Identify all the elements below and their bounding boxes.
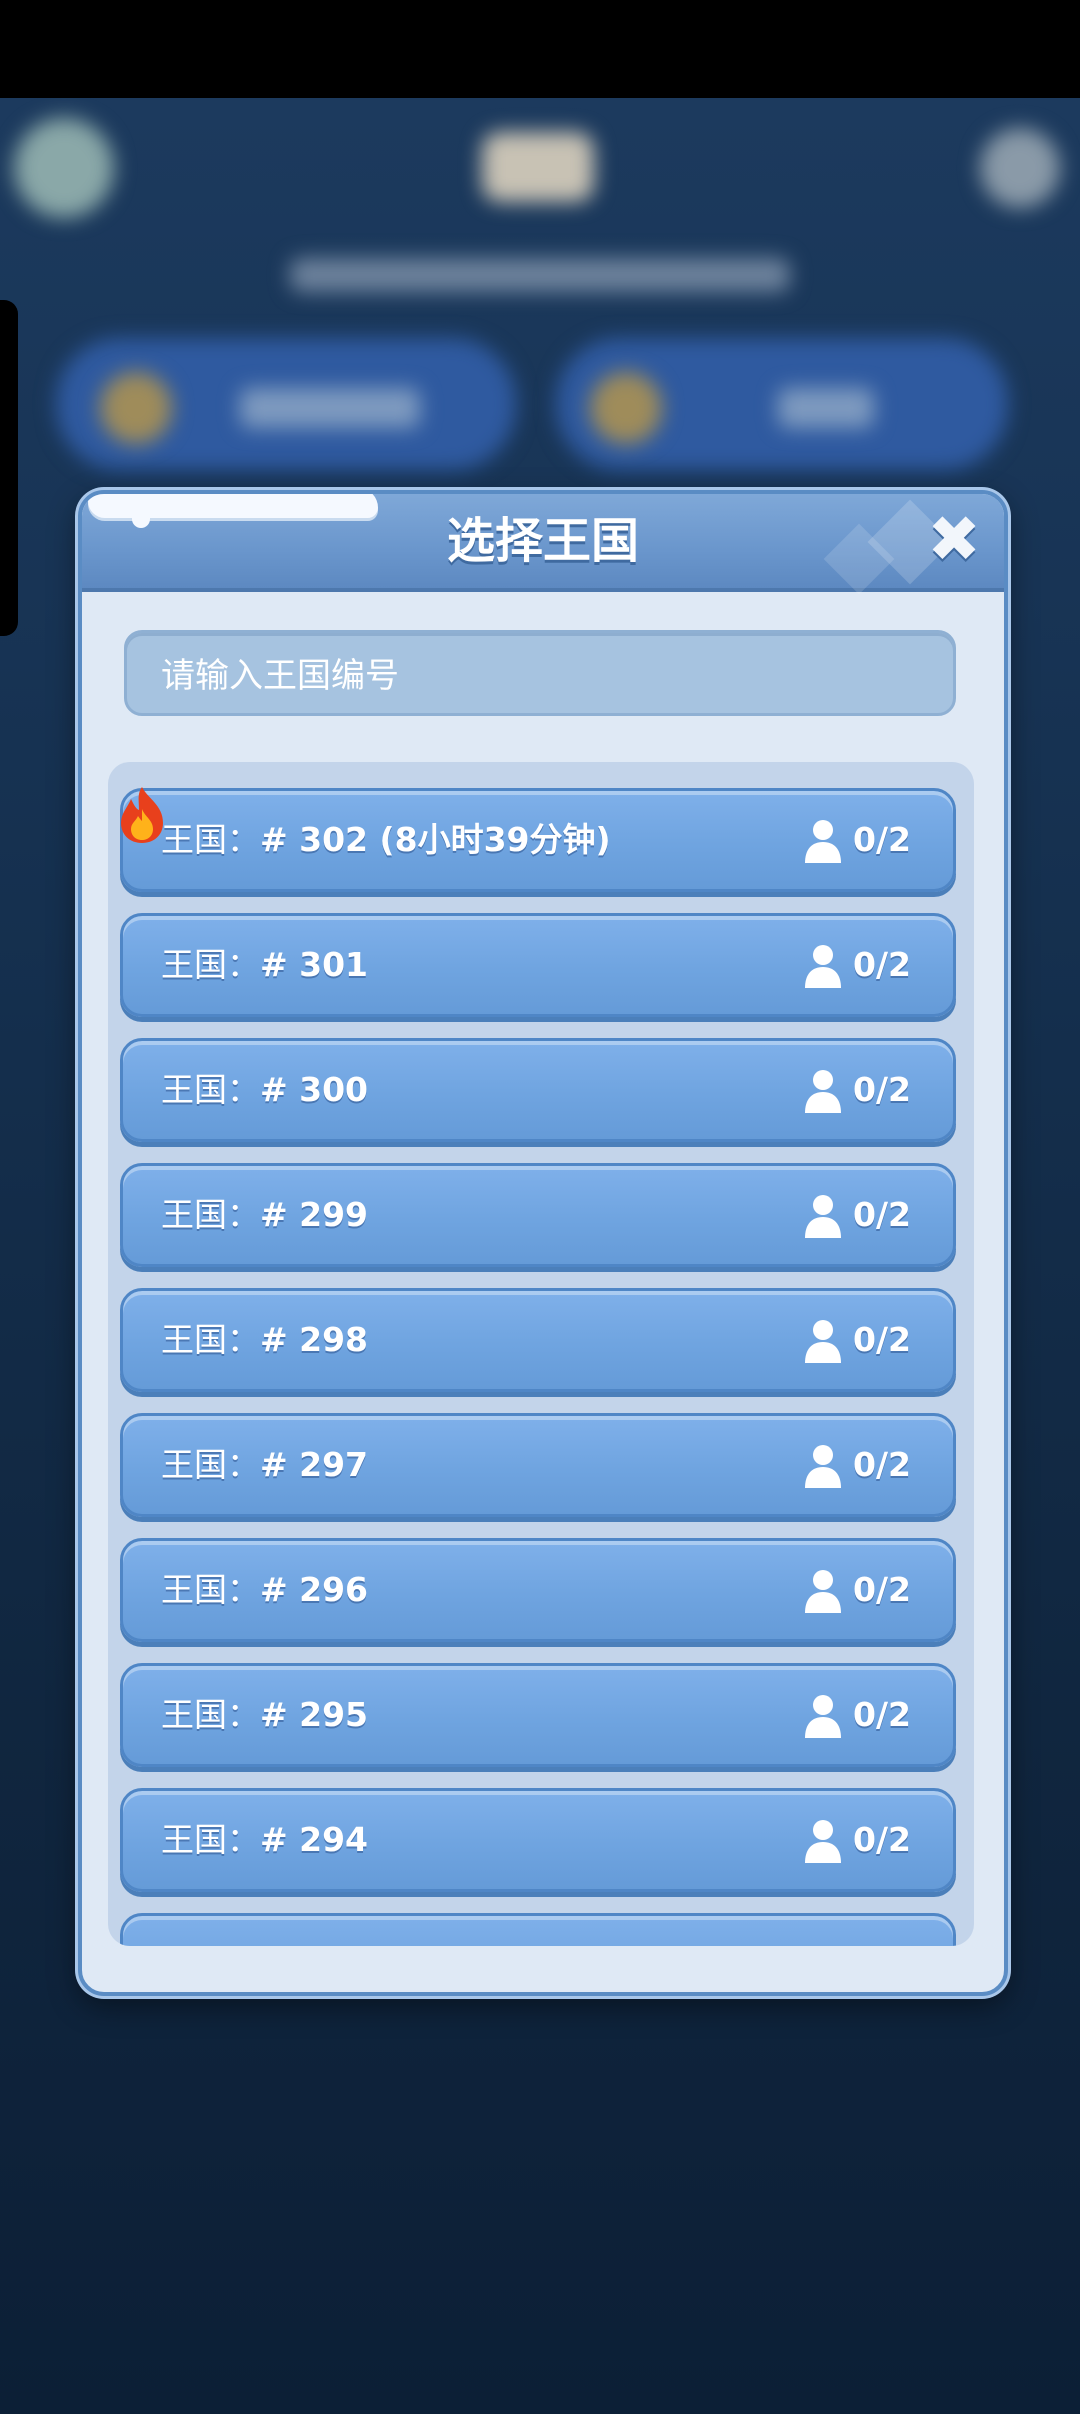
person-icon xyxy=(803,944,843,988)
kingdom-row[interactable]: 王国：# 294 0/2 xyxy=(120,1788,956,1892)
kingdom-number: # 296 xyxy=(260,1570,369,1609)
kingdom-search-input[interactable]: 请输入王国编号 xyxy=(124,630,956,716)
person-icon xyxy=(803,819,843,863)
kingdom-prefix: 王国： xyxy=(161,820,260,859)
person-icon xyxy=(803,1819,843,1863)
select-kingdom-dialog: 选择王国 ✖ 请输入王国编号 王国：# 302 (8小时39分钟) 0/2 王国：#… xyxy=(78,490,1008,1996)
close-icon[interactable]: ✖ xyxy=(916,502,992,578)
kingdom-player-count: 0/2 xyxy=(853,820,911,859)
kingdom-player-count: 0/2 xyxy=(853,1445,911,1484)
dialog-title: 选择王国 xyxy=(446,513,639,569)
kingdom-row[interactable]: 王国：# 296 0/2 xyxy=(120,1538,956,1642)
kingdom-row[interactable]: 王国：# 301 0/2 xyxy=(120,913,956,1017)
kingdom-row[interactable]: 王国：# 299 0/2 xyxy=(120,1163,956,1267)
kingdom-prefix: 王国： xyxy=(161,1445,260,1484)
kingdom-list: 王国：# 302 (8小时39分钟) 0/2 王国：# 301 0/2 王国：# 300… xyxy=(108,762,974,1946)
kingdom-label: 王国：# 294 xyxy=(161,1791,368,1889)
kingdom-prefix: 王国： xyxy=(161,1570,260,1609)
kingdom-row[interactable]: 王国：# 298 0/2 xyxy=(120,1288,956,1392)
kingdom-number: # 300 xyxy=(260,1070,369,1109)
kingdom-prefix: 王国： xyxy=(161,1320,260,1359)
bg-label xyxy=(778,388,874,428)
kingdom-number: # 302 xyxy=(260,820,369,859)
kingdom-number: # 301 xyxy=(260,945,369,984)
person-icon xyxy=(803,1069,843,1113)
kingdom-label: 王国：# 296 xyxy=(161,1541,368,1639)
kingdom-player-count: 0/2 xyxy=(853,1320,911,1359)
kingdom-row[interactable]: 王国：# 297 0/2 xyxy=(120,1413,956,1517)
person-icon xyxy=(803,1444,843,1488)
kingdom-number: # 295 xyxy=(260,1695,369,1734)
kingdom-number: # 298 xyxy=(260,1320,369,1359)
kingdom-player-count: 0/2 xyxy=(853,1820,911,1859)
kingdom-prefix: 王国： xyxy=(161,945,260,984)
bg-coin-icon xyxy=(100,372,172,444)
kingdom-row-partial[interactable] xyxy=(120,1913,956,1946)
kingdom-label: 王国：# 295 xyxy=(161,1666,368,1764)
kingdom-player-count: 0/2 xyxy=(853,1695,911,1734)
kingdom-row[interactable]: 王国：# 300 0/2 xyxy=(120,1038,956,1142)
kingdom-row[interactable]: 王国：# 295 0/2 xyxy=(120,1663,956,1767)
kingdom-timer: (8小时39分钟) xyxy=(368,820,611,859)
kingdom-number: # 297 xyxy=(260,1445,369,1484)
bg-title xyxy=(482,132,594,202)
kingdom-prefix: 王国： xyxy=(161,1695,260,1734)
status-bar xyxy=(0,0,1080,98)
person-icon xyxy=(803,1319,843,1363)
kingdom-number: # 299 xyxy=(260,1195,369,1234)
bg-subtitle xyxy=(290,258,790,292)
bg-settings-icon xyxy=(980,128,1060,208)
kingdom-player-count: 0/2 xyxy=(853,1195,911,1234)
kingdom-label: 王国：# 297 xyxy=(161,1416,368,1514)
kingdom-player-count: 0/2 xyxy=(853,1070,911,1109)
kingdom-label: 王国：# 302 (8小时39分钟) xyxy=(161,791,611,889)
bg-side-handle xyxy=(0,300,18,636)
person-icon xyxy=(803,1694,843,1738)
kingdom-row[interactable]: 王国：# 302 (8小时39分钟) 0/2 xyxy=(120,787,956,892)
kingdom-player-count: 0/2 xyxy=(853,1570,911,1609)
kingdom-label: 王国：# 299 xyxy=(161,1166,368,1264)
kingdom-label: 王国：# 300 xyxy=(161,1041,368,1139)
person-icon xyxy=(803,1194,843,1238)
kingdom-label: 王国：# 298 xyxy=(161,1291,368,1389)
kingdom-player-count: 0/2 xyxy=(853,945,911,984)
kingdom-prefix: 王国： xyxy=(161,1070,260,1109)
kingdom-label: 王国：# 301 xyxy=(161,916,368,1014)
kingdom-prefix: 王国： xyxy=(161,1820,260,1859)
bg-coin-icon xyxy=(590,372,662,444)
kingdom-number: # 294 xyxy=(260,1820,369,1859)
bg-avatar xyxy=(14,118,114,218)
dialog-header: 选择王国 ✖ xyxy=(82,494,1004,595)
person-icon xyxy=(803,1569,843,1613)
bg-label xyxy=(240,388,420,428)
kingdom-prefix: 王国： xyxy=(161,1195,260,1234)
